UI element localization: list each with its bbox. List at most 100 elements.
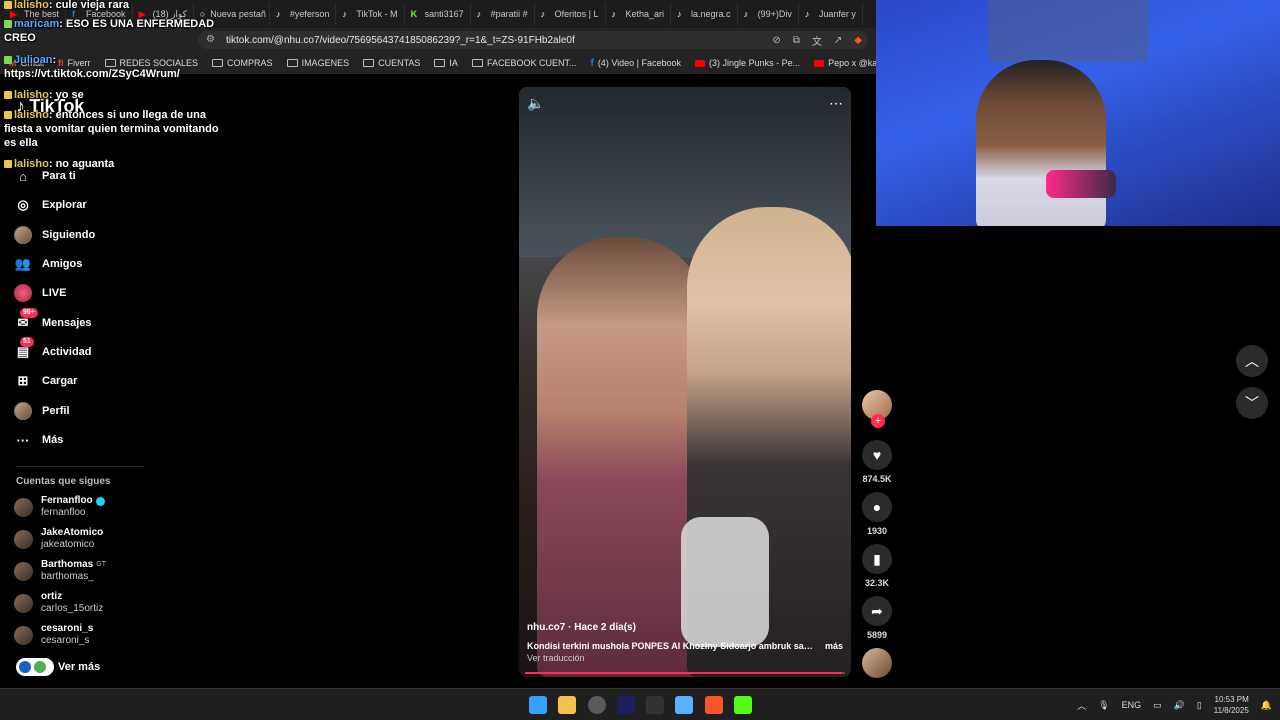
avatar xyxy=(14,561,33,581)
bookmark-item[interactable]: FACEBOOK CUENT... xyxy=(467,58,582,68)
share-icon[interactable]: ↗ xyxy=(834,35,842,46)
file-explorer-icon[interactable] xyxy=(558,696,576,714)
bookmark-save-icon[interactable]: ▮ xyxy=(862,544,892,574)
sidebar-item-live[interactable]: LIVE xyxy=(14,281,154,305)
previous-video-button[interactable]: ︿ xyxy=(1236,345,1268,377)
tiktok-icon: ♪ xyxy=(677,8,682,19)
browser-tab[interactable]: ♪ Ketha_ari xyxy=(606,3,672,25)
settings-app-icon[interactable] xyxy=(588,696,606,714)
address-bar[interactable]: tiktok.com/@nhu.co7/video/75695643741850… xyxy=(198,31,868,49)
browser-tab[interactable]: ♪ la.negra.c xyxy=(671,3,738,25)
see-more-button[interactable]: Ver más xyxy=(16,658,100,676)
chat-username: lalisho xyxy=(14,89,49,101)
clock[interactable]: 10:53 PM 11/8/2025 xyxy=(1214,694,1249,716)
sidebar-item-more[interactable]: ··· Más xyxy=(14,428,154,452)
sidebar-item-activity[interactable]: ▤ 51 Actividad xyxy=(14,337,154,364)
chat-username: Julioan xyxy=(14,54,53,66)
notification-badge: 99+ xyxy=(20,308,38,318)
chat-message: lalisho: no aguanta xyxy=(4,157,219,171)
bookmark-item[interactable]: IMAGENES xyxy=(282,58,355,68)
bookmark-item[interactable]: f (4) Video | Facebook xyxy=(585,52,686,74)
browser-tab[interactable]: ♪ (99+)Div xyxy=(738,3,799,25)
block-icon[interactable]: ⊘ xyxy=(772,35,780,46)
battery-icon[interactable]: ▯ xyxy=(1197,700,1202,711)
upload-icon: ⊞ xyxy=(17,373,29,388)
sound-avatar[interactable] xyxy=(862,648,892,678)
browser-tab[interactable]: ♪ Oferitos | L xyxy=(535,3,606,25)
bookmark-label: FACEBOOK CUENT... xyxy=(486,58,577,68)
notification-bell-icon[interactable]: 🔔 xyxy=(1261,700,1272,711)
sidebar-item-label: LIVE xyxy=(42,287,67,299)
comment-icon[interactable]: ● xyxy=(862,492,892,522)
browser-tab-label: Ketha_ari xyxy=(625,9,665,19)
video-player[interactable]: 🔈 ⋯ nhu.co7 · Hace 2 día(s) Kondisi terk… xyxy=(519,87,851,677)
browser-tab-label: #yeferson xyxy=(289,9,330,19)
youtube-icon xyxy=(695,59,706,67)
chat-message: lalisho: yo se xyxy=(4,88,219,102)
browser-tab[interactable]: ♪ #paratii # xyxy=(471,3,535,25)
microphone-icon[interactable]: 🎙 xyxy=(1098,700,1109,711)
sidebar-item-profile[interactable]: Perfil xyxy=(14,399,154,423)
chat-text: no aguanta xyxy=(55,158,115,170)
bookmark-label: IA xyxy=(449,58,458,68)
sidebar-item-friends[interactable]: 👥 Amigos xyxy=(14,252,154,276)
browser-tab[interactable]: ♪ TikTok - M xyxy=(336,3,405,25)
sidebar-item-messages[interactable]: ✉ 99+ Mensajes xyxy=(14,308,154,335)
sidebar-item-compass[interactable]: ◎ Explorar xyxy=(14,193,154,217)
bookmark-item[interactable]: CUENTAS xyxy=(358,58,425,68)
sidebar-item-label: Actividad xyxy=(42,346,92,358)
kick-app-icon[interactable] xyxy=(734,696,752,714)
extension-blue-icon xyxy=(19,661,31,673)
following-account[interactable]: cesaroni_s cesaroni_s xyxy=(14,623,164,647)
bookmark-item[interactable]: IA xyxy=(429,58,463,68)
video-progress-bar[interactable] xyxy=(525,672,845,674)
volume-tray-icon[interactable]: 🔊 xyxy=(1174,700,1185,711)
following-account[interactable]: Barthomas GT barthomas_ xyxy=(14,559,164,583)
tray-overflow-icon[interactable]: ︿ xyxy=(1077,699,1086,712)
video-more-link[interactable]: más xyxy=(825,641,843,651)
share-arrow-icon[interactable]: ➦ xyxy=(862,596,892,626)
profile-icon xyxy=(14,402,32,420)
bookmark-item[interactable]: (3) Jingle Punks - Pe... xyxy=(690,58,805,68)
start-icon[interactable] xyxy=(529,696,547,714)
more-options-icon[interactable]: ⋯ xyxy=(829,95,843,112)
notepad-icon[interactable] xyxy=(675,696,693,714)
friends-icon: 👥 xyxy=(14,256,32,271)
sidebar-item-upload[interactable]: ⊞ Cargar xyxy=(14,369,154,393)
account-names: ortiz carlos_15ortiz xyxy=(41,591,103,615)
extension-green-icon xyxy=(34,661,46,673)
brave-shield-icon[interactable]: ◆ xyxy=(854,35,862,46)
following-account[interactable]: JakeAtomico jakeatomico xyxy=(14,527,164,551)
chat-message: lalisho: entonces si uno llega de una fi… xyxy=(4,108,219,150)
heart-icon[interactable]: ♥ xyxy=(862,440,892,470)
bookmark-item[interactable]: Pepo x @kazu.oficia... xyxy=(809,58,876,68)
open-external-icon[interactable]: ⧉ xyxy=(793,35,800,46)
language-indicator[interactable]: ENG xyxy=(1122,700,1142,710)
bookmark-label: COMPRAS xyxy=(227,58,273,68)
chat-badge-icon xyxy=(4,160,12,169)
following-account[interactable]: Fernanfloo fernanfloo xyxy=(14,495,164,519)
share-action: ➦ 5899 xyxy=(860,596,894,640)
translate-icon[interactable]: 文 xyxy=(812,33,822,48)
folder-icon xyxy=(286,59,298,67)
browser-tab[interactable]: Ksanti3167 xyxy=(405,3,471,25)
browser-tab[interactable]: ♪ #yeferson xyxy=(270,3,337,25)
brave-browser-icon[interactable] xyxy=(705,696,723,714)
video-top-controls: 🔈 ⋯ xyxy=(527,95,843,112)
following-avatar-icon xyxy=(14,226,32,244)
tiktok-icon: ♪ xyxy=(804,8,810,19)
follow-plus-icon[interactable]: + xyxy=(871,414,885,428)
video-author-line[interactable]: nhu.co7 · Hace 2 día(s) xyxy=(527,622,843,633)
save-count: 32.3K xyxy=(864,578,890,588)
epic-games-icon[interactable] xyxy=(646,696,664,714)
browser-extension-pill-icon[interactable] xyxy=(16,658,54,676)
volume-icon[interactable]: 🔈 xyxy=(527,95,544,112)
browser-tab[interactable]: ♪ Juanfer y xyxy=(799,3,863,25)
premiere-icon[interactable] xyxy=(617,696,635,714)
see-translation-link[interactable]: Ver traducción xyxy=(527,653,843,663)
network-icon[interactable]: ▭ xyxy=(1153,700,1162,711)
next-video-button[interactable]: ﹀ xyxy=(1236,387,1268,419)
sidebar-item-following-avatar[interactable]: Siguiendo xyxy=(14,223,154,247)
following-account[interactable]: ortiz carlos_15ortiz xyxy=(14,591,164,615)
following-section-title: Cuentas que sigues xyxy=(16,476,111,487)
